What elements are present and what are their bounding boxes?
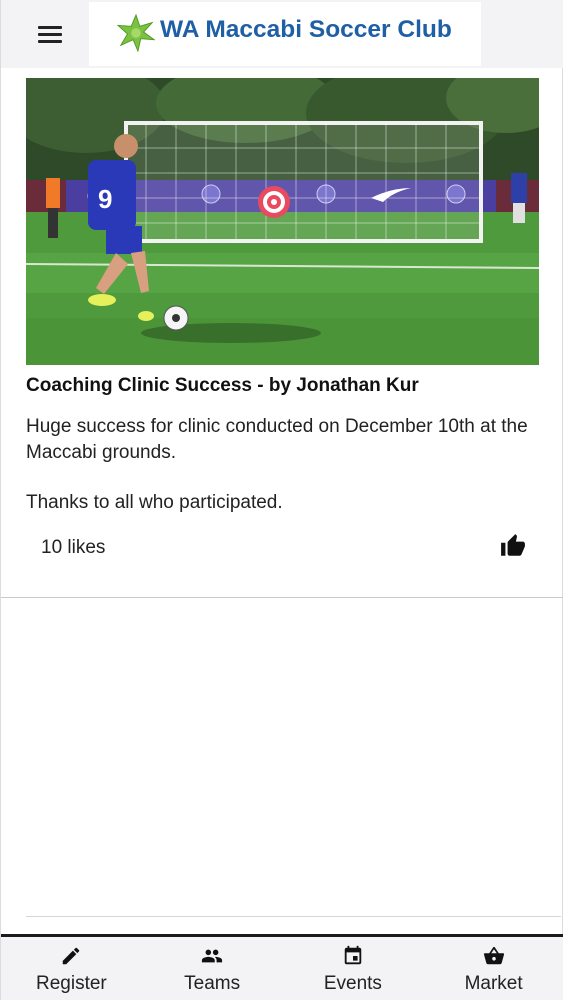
pencil-icon bbox=[63, 947, 80, 965]
nav-market[interactable]: Market bbox=[423, 937, 563, 1000]
soccer-penalty-photo[interactable]: 9 bbox=[26, 78, 539, 365]
basket-icon bbox=[483, 946, 504, 965]
post-paragraph: Huge success for clinic conducted on Dec… bbox=[26, 416, 528, 463]
brand-banner[interactable]: WA Maccabi Soccer Club bbox=[89, 2, 481, 66]
nav-register[interactable]: Register bbox=[1, 937, 142, 1000]
app-header: WA Maccabi Soccer Club bbox=[1, 0, 563, 68]
post-title: Coaching Clinic Success - by Jonathan Ku… bbox=[26, 375, 419, 396]
photo-illustration: 9 bbox=[26, 78, 539, 365]
nav-market-label: Market bbox=[464, 973, 523, 994]
nav-teams[interactable]: Teams bbox=[142, 937, 283, 1000]
thumbs-up-icon[interactable] bbox=[500, 533, 526, 559]
nav-events-label: Events bbox=[323, 973, 382, 994]
svg-text:9: 9 bbox=[98, 184, 112, 214]
nav-events[interactable]: Events bbox=[283, 937, 424, 1000]
hamburger-menu-icon[interactable] bbox=[35, 22, 65, 46]
club-star-logo bbox=[117, 14, 155, 52]
post-paragraph: Thanks to all who participated. bbox=[26, 492, 283, 513]
content-divider bbox=[26, 916, 561, 917]
app-frame: WA Maccabi Soccer Club 9 Coaching Clinic… bbox=[0, 0, 563, 1000]
nav-teams-label: Teams bbox=[184, 973, 241, 994]
likes-count: 10 likes bbox=[41, 537, 106, 558]
calendar-icon bbox=[344, 945, 362, 965]
people-icon bbox=[202, 949, 223, 963]
nav-register-label: Register bbox=[36, 973, 107, 994]
news-post-card: 9 Coaching Clinic Success - by Jonathan … bbox=[1, 68, 563, 598]
bottom-navigation: Register Teams Events Market bbox=[1, 934, 563, 1000]
post-body: Huge success for clinic conducted on Dec… bbox=[26, 414, 541, 516]
app-title: WA Maccabi Soccer Club bbox=[160, 16, 452, 43]
